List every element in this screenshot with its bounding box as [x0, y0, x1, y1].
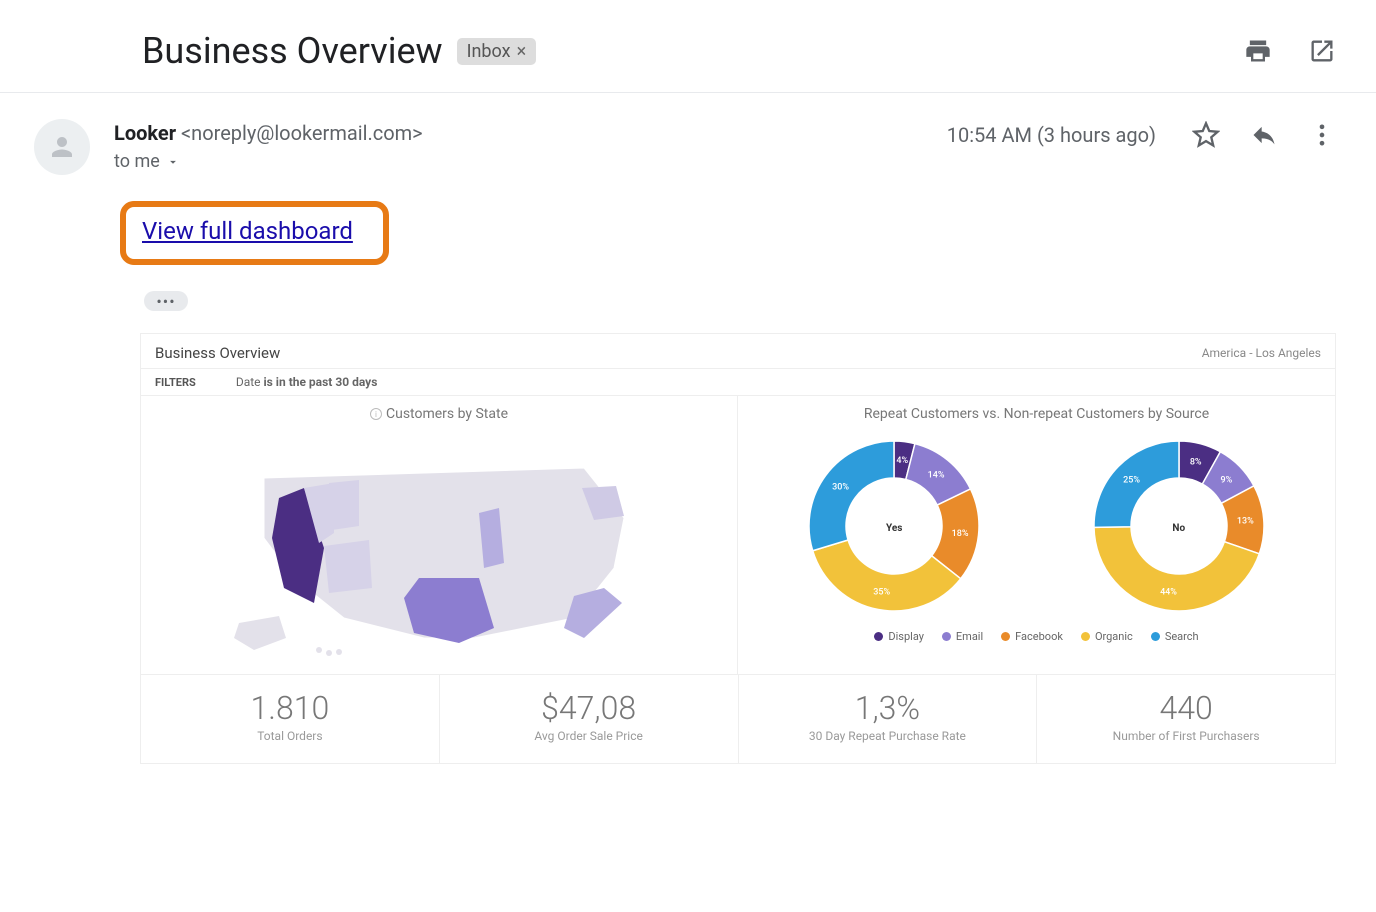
metric-value: 1,3% — [749, 689, 1027, 727]
metric-value: 440 — [1047, 689, 1325, 727]
legend-item: Facebook — [1001, 630, 1063, 643]
sender-block: Looker <noreply@lookermail.com> to me — [114, 121, 947, 172]
info-icon: i — [370, 408, 382, 420]
donut-no: 8%9%13%44%25% No — [1079, 426, 1279, 630]
donut-panel: Repeat Customers vs. Non-repeat Customer… — [738, 396, 1335, 674]
dashboard-header: Business Overview America - Los Angeles — [141, 334, 1335, 368]
sender-email: <noreply@lookermail.com> — [181, 121, 423, 145]
legend-item: Email — [942, 630, 983, 643]
dashboard-locale: America - Los Angeles — [1202, 346, 1321, 360]
star-icon[interactable] — [1192, 121, 1220, 149]
meta-actions: 10:54 AM (3 hours ago) — [947, 121, 1336, 149]
metric-first-purchasers: 440 Number of First Purchasers — [1037, 675, 1335, 763]
legend-item: Organic — [1081, 630, 1133, 643]
legend-item: Display — [874, 630, 924, 643]
metric-label: 30 Day Repeat Purchase Rate — [749, 729, 1027, 743]
metric-repeat-rate: 1,3% 30 Day Repeat Purchase Rate — [739, 675, 1038, 763]
show-trimmed-content-button[interactable]: ••• — [144, 291, 188, 311]
timestamp: 10:54 AM (3 hours ago) — [947, 123, 1156, 147]
metric-value: $47,08 — [450, 689, 728, 727]
avatar[interactable] — [34, 119, 90, 175]
print-icon[interactable] — [1244, 37, 1272, 65]
sender-line: Looker <noreply@lookermail.com> — [114, 121, 947, 145]
to-line[interactable]: to me — [114, 151, 947, 172]
view-dashboard-link[interactable]: View full dashboard — [142, 217, 353, 245]
dashboard-filters: FILTERS Date is in the past 30 days — [141, 368, 1335, 396]
state-utah — [329, 480, 359, 530]
donut-legend: Display Email Facebook Organic Search — [752, 630, 1321, 643]
inbox-badge[interactable]: Inbox × — [457, 38, 537, 65]
state-alaska — [234, 616, 286, 650]
donut-yes-label: Yes — [794, 426, 994, 630]
dashboard: Business Overview America - Los Angeles … — [140, 333, 1336, 764]
donut-charts: 4%14%18%35%30% Yes 8%9%13%44%25% No — [752, 428, 1321, 628]
to-text: to me — [114, 151, 160, 172]
metric-label: Total Orders — [151, 729, 429, 743]
metric-avg-price: $47,08 Avg Order Sale Price — [440, 675, 739, 763]
open-in-new-icon[interactable] — [1308, 37, 1336, 65]
more-icon[interactable] — [1308, 121, 1336, 149]
filter-date: Date is in the past 30 days — [236, 375, 378, 389]
metric-total-orders: 1.810 Total Orders — [141, 675, 440, 763]
metric-value: 1.810 — [151, 689, 429, 727]
dashboard-row-charts: i Customers by State — [141, 396, 1335, 674]
close-icon[interactable]: × — [517, 41, 527, 62]
state-arizona — [324, 540, 372, 593]
donut-title: Repeat Customers vs. Non-repeat Customer… — [752, 406, 1321, 422]
person-icon — [47, 132, 77, 162]
email-subject: Business Overview — [142, 30, 443, 72]
map-panel: i Customers by State — [141, 396, 738, 674]
sender-row: Looker <noreply@lookermail.com> to me 10… — [0, 93, 1376, 183]
filter-prefix: Date — [236, 375, 264, 389]
donut-yes: 4%14%18%35%30% Yes — [794, 426, 994, 630]
sender-name: Looker — [114, 121, 176, 145]
dashboard-title: Business Overview — [155, 344, 280, 362]
metric-label: Number of First Purchasers — [1047, 729, 1325, 743]
filter-bold: is in the past 30 days — [263, 375, 377, 389]
highlight-box: View full dashboard — [120, 201, 389, 265]
us-map — [224, 428, 654, 658]
reply-icon[interactable] — [1250, 121, 1278, 149]
filters-label: FILTERS — [155, 376, 196, 389]
email-body: View full dashboard ••• Business Overvie… — [0, 183, 1376, 764]
inbox-badge-label: Inbox — [467, 41, 511, 62]
legend-item: Search — [1151, 630, 1199, 643]
email-header: Business Overview Inbox × — [0, 0, 1376, 93]
donut-no-label: No — [1079, 426, 1279, 630]
map-title: i Customers by State — [155, 406, 723, 422]
map-title-text: Customers by State — [386, 406, 508, 422]
header-actions — [1244, 37, 1336, 65]
metric-label: Avg Order Sale Price — [450, 729, 728, 743]
metrics-row: 1.810 Total Orders $47,08 Avg Order Sale… — [141, 674, 1335, 763]
state-texas — [404, 578, 494, 643]
chevron-down-icon — [166, 155, 180, 169]
